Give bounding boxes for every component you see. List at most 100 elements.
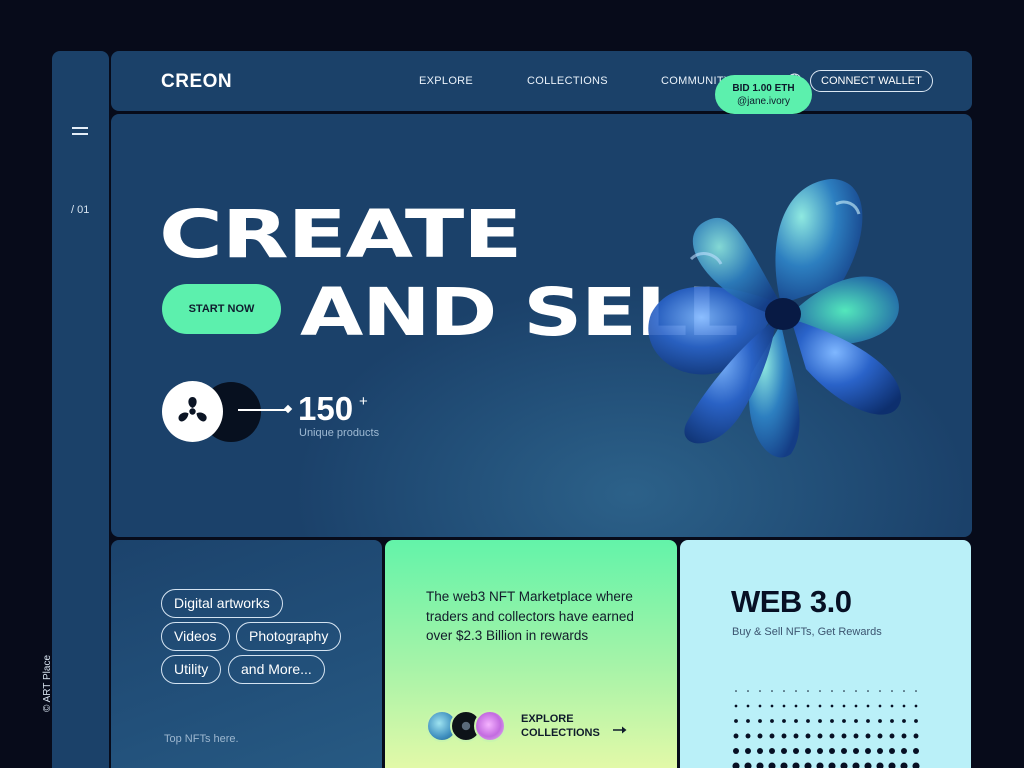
pattern-dot (746, 704, 750, 708)
tag-utility[interactable]: Utility (161, 655, 222, 684)
pattern-dot (830, 719, 834, 723)
tag-videos[interactable]: Videos (161, 622, 230, 651)
pattern-dot (804, 762, 812, 768)
pattern-dot (900, 762, 908, 768)
start-now-button[interactable]: START NOW (162, 284, 281, 334)
pattern-dot (878, 719, 882, 723)
pattern-dot (818, 719, 822, 723)
pattern-dot (890, 704, 894, 708)
pattern-dot (794, 704, 798, 708)
pattern-dot (828, 762, 836, 768)
page-index: / 01 (71, 204, 90, 216)
pattern-dot (794, 719, 798, 723)
categories-card: Digital artworks Videos Photography Util… (111, 540, 382, 768)
pattern-dot (854, 719, 858, 723)
pattern-dot (840, 762, 848, 768)
pattern-dot (747, 690, 749, 692)
tag-digital-artworks[interactable]: Digital artworks (161, 589, 283, 618)
connect-wallet-button[interactable]: CONNECT WALLET (810, 70, 933, 92)
pattern-dot (891, 690, 893, 692)
pattern-dot (830, 704, 834, 708)
pattern-dot (807, 690, 809, 692)
pattern-dot (866, 704, 870, 708)
bid-handle: @jane.ivory (737, 96, 790, 107)
pattern-dot (756, 762, 764, 768)
pattern-dot (771, 690, 773, 692)
products-count-label: Unique products (299, 427, 380, 439)
pattern-dot (734, 704, 738, 708)
logo-badge (162, 381, 223, 442)
pattern-dot (878, 704, 882, 708)
pattern-dot (902, 704, 906, 708)
products-count: 150 (298, 390, 354, 427)
arrow-right-icon[interactable] (613, 726, 627, 734)
hero-headline-line1: CREATE (159, 196, 523, 273)
pattern-dot (769, 748, 775, 754)
pattern-dot (913, 748, 919, 754)
pattern-dot (819, 690, 821, 692)
web3-card: WEB 3.0 Buy & Sell NFTs, Get Rewards (680, 540, 971, 768)
nav-explore[interactable]: EXPLORE (419, 75, 473, 87)
pattern-dot (757, 748, 763, 754)
brand-logo[interactable]: CREON (161, 71, 232, 93)
pattern-dot (793, 733, 799, 739)
collection-thumbnails (426, 710, 508, 742)
pattern-dot (915, 690, 917, 692)
dot-pattern-decoration (732, 690, 920, 768)
pattern-dot (805, 748, 811, 754)
tag-photography[interactable]: Photography (236, 622, 342, 651)
pattern-dot (889, 748, 895, 754)
pattern-dot (842, 704, 846, 708)
pattern-dot (780, 762, 788, 768)
nft-flower-image[interactable] (631, 164, 921, 474)
menu-icon[interactable] (72, 127, 88, 135)
pattern-dot (841, 748, 847, 754)
pattern-dot (890, 719, 894, 723)
pattern-dot (877, 748, 883, 754)
pattern-dot (864, 762, 872, 768)
logo-icon (178, 397, 207, 422)
pattern-dot (855, 690, 857, 692)
bid-amount: BID 1.00 ETH (732, 83, 795, 94)
pattern-dot (879, 690, 881, 692)
hero-section: CREATE AND SELL START NOW 150 + Unique p… (111, 114, 972, 537)
arrow-right-icon (283, 404, 293, 414)
collection-thumb-3[interactable] (474, 710, 506, 742)
pattern-dot (793, 748, 799, 754)
pattern-dot (732, 762, 740, 768)
pattern-dot (757, 733, 763, 739)
explore-collections-link[interactable]: EXPLORE COLLECTIONS (521, 712, 600, 740)
pattern-dot (758, 704, 762, 708)
pattern-dot (843, 690, 845, 692)
pattern-dot (770, 704, 774, 708)
pattern-dot (783, 690, 785, 692)
pattern-dot (841, 733, 847, 739)
pattern-dot (781, 748, 787, 754)
bid-badge[interactable]: BID 1.00 ETH @jane.ivory (715, 75, 812, 114)
marketplace-description: The web3 NFT Marketplace where traders a… (426, 589, 634, 643)
pattern-dot (842, 719, 846, 723)
pattern-dot (831, 690, 833, 692)
pattern-dot (818, 704, 822, 708)
pattern-dot (901, 748, 907, 754)
pattern-dot (854, 704, 858, 708)
top-navbar: CREON EXPLORE COLLECTIONS COMMUNITY CONN… (111, 51, 972, 111)
nav-collections[interactable]: COLLECTIONS (527, 75, 608, 87)
pattern-dot (816, 762, 824, 768)
pattern-dot (817, 733, 823, 739)
pattern-dot (735, 690, 737, 692)
pattern-dot (733, 733, 739, 739)
pattern-dot (792, 762, 800, 768)
top-nfts-caption: Top NFTs here. (164, 733, 239, 745)
pattern-dot (852, 762, 860, 768)
pattern-dot (829, 733, 835, 739)
pattern-dot (781, 733, 787, 739)
pattern-dot (745, 733, 751, 739)
pattern-dot (877, 733, 883, 739)
pattern-dot (853, 748, 859, 754)
tag-and-more[interactable]: and More... (228, 655, 325, 684)
pattern-dot (876, 762, 884, 768)
pattern-dot (782, 719, 786, 723)
left-rail (52, 51, 109, 768)
pattern-dot (914, 719, 918, 723)
